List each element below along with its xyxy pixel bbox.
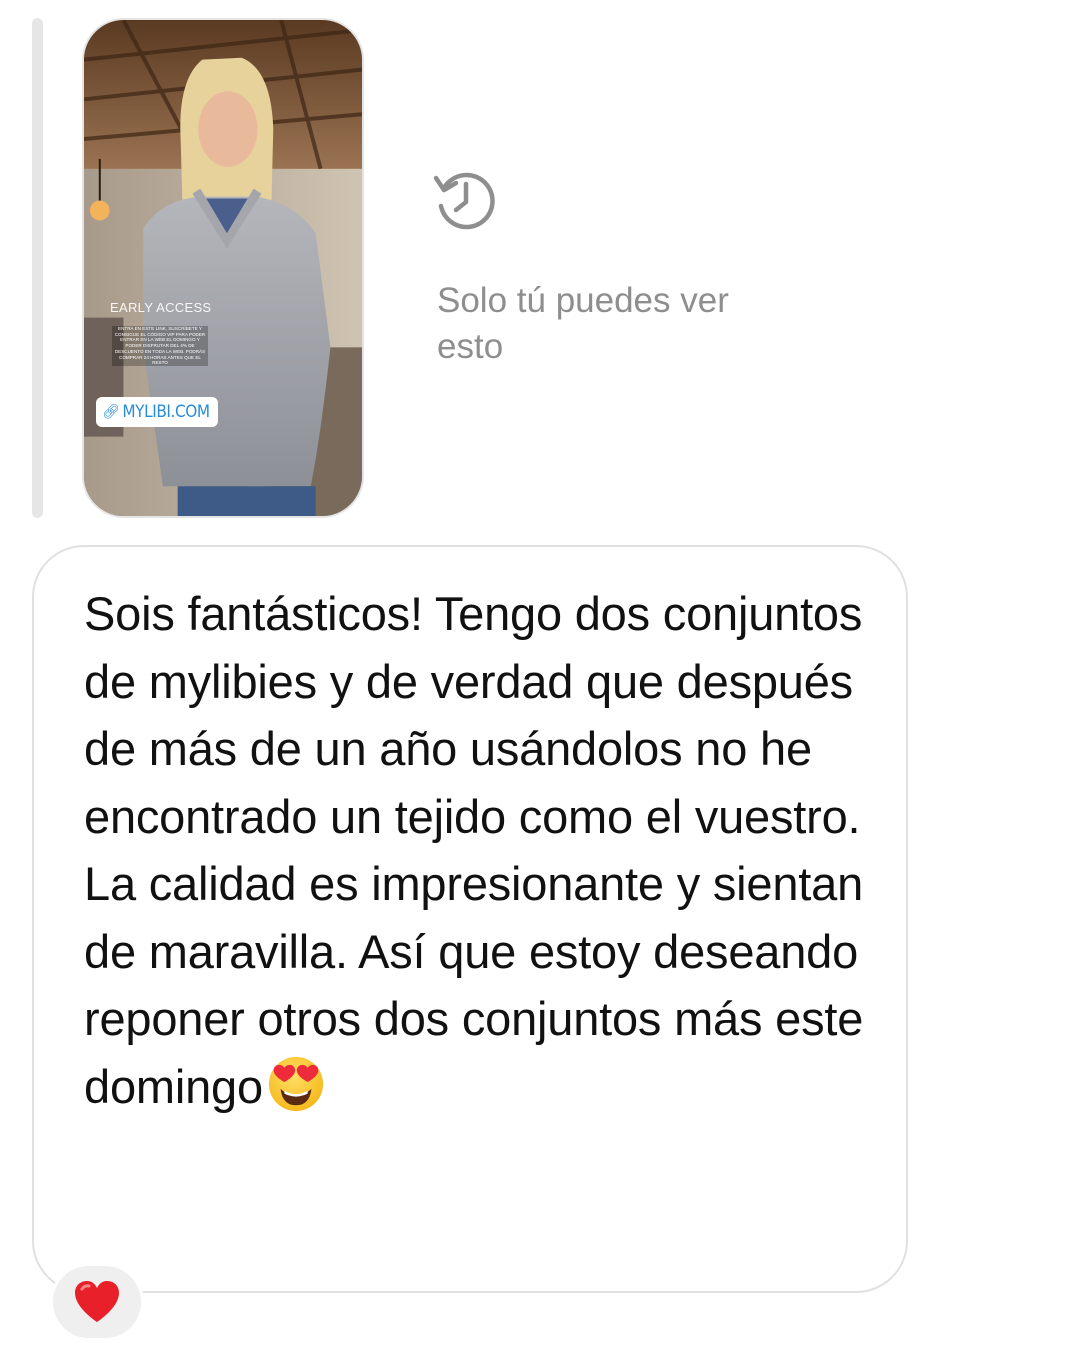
- message-text: Sois fantásticos! Tengo dos conjuntos de…: [84, 580, 874, 1120]
- story-caption: ENTRA EN ESTE LINK, SUSCRÍBETE Y CONSIGU…: [112, 326, 208, 367]
- link-sticker[interactable]: 🔗︎ MYLIBI.COM: [96, 397, 218, 427]
- reply-indicator-bar: [32, 18, 43, 518]
- story-thumbnail[interactable]: EARLY ACCESS ENTRA EN ESTE LINK, SUSCRÍB…: [82, 18, 364, 518]
- message-body: Sois fantásticos! Tengo dos conjuntos de…: [84, 587, 864, 1113]
- heart-eyes-emoji: [268, 1056, 323, 1111]
- story-image: [84, 20, 362, 516]
- reaction-badge[interactable]: [50, 1263, 144, 1341]
- story-title: EARLY ACCESS: [110, 300, 212, 315]
- link-sticker-label: MYLIBI.COM: [122, 402, 210, 422]
- private-notice-text: Solo tú puedes ver esto: [437, 281, 729, 366]
- link-icon: 🔗︎: [102, 404, 120, 420]
- history-clock-icon: [433, 172, 495, 230]
- red-heart-emoji: [75, 1281, 119, 1322]
